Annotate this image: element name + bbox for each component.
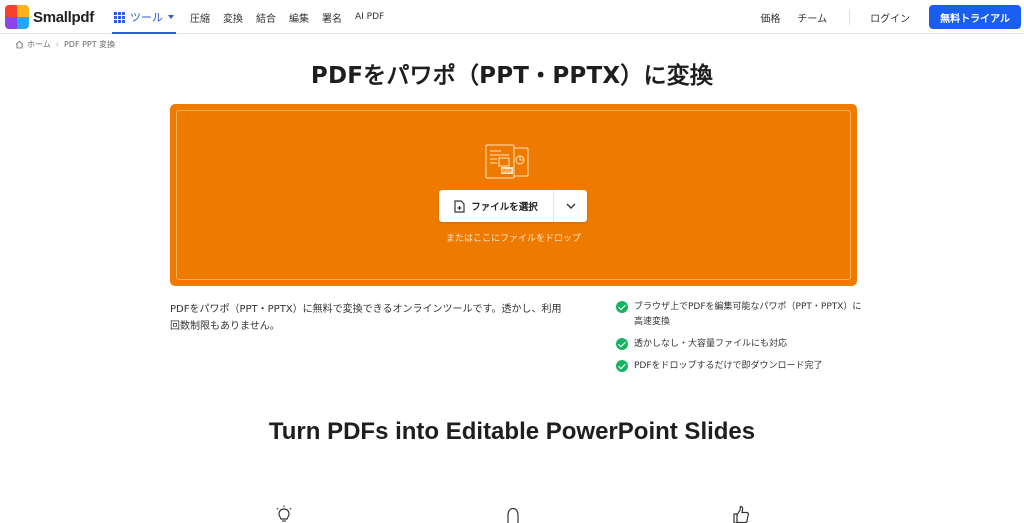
- feature-text: PDFをドロップするだけで即ダウンロード完了: [634, 361, 823, 371]
- home-icon: [15, 40, 24, 49]
- nav-convert[interactable]: 変換: [223, 10, 243, 25]
- nav-compress[interactable]: 圧縮: [190, 10, 210, 25]
- feature-text: 透かしなし・大容量ファイルにも対応: [634, 339, 788, 349]
- choose-file-button[interactable]: ファイルを選択: [439, 190, 554, 222]
- breadcrumb: ホーム › PDF PPT 変換: [15, 39, 115, 50]
- breadcrumb-current: PDF PPT 変換: [63, 40, 116, 49]
- lightbulb-icon: [276, 505, 292, 522]
- check-circle-icon: [616, 338, 628, 350]
- choose-file-button-group: ファイルを選択: [439, 190, 587, 222]
- smallpdf-logo[interactable]: Smallpdf: [5, 4, 94, 30]
- free-trial-button[interactable]: 無料トライアル: [929, 5, 1021, 29]
- tool-description: PDFをパワポ（PPT・PPTX）に無料で変換できるオンラインツールです。透かし…: [170, 304, 562, 332]
- page-title: PDFをパワポ（PPT・PPTX）に変換: [310, 63, 714, 89]
- breadcrumb-home[interactable]: ホーム: [27, 39, 51, 50]
- feature-list: ブラウザ上でPDFを編集可能なパワポ（PPT・PPTX）に高速変換 透かしなし・…: [616, 300, 866, 381]
- file-drop-zone[interactable]: PDF ファイルを選択 またはここにファイルをドロップ: [170, 104, 857, 286]
- drop-hint-text: またはここにファイルをドロップ: [445, 234, 581, 244]
- file-add-icon: [454, 199, 465, 213]
- tools-label: ツール: [130, 11, 163, 24]
- pdf-tag: PDF: [502, 169, 512, 175]
- check-circle-icon: [616, 360, 628, 372]
- feature-text: ブラウザ上でPDFを編集可能なパワポ（PPT・PPTX）に高速変換: [634, 302, 862, 327]
- tools-menu-button[interactable]: ツール: [112, 0, 176, 34]
- chevron-down-icon: [566, 203, 575, 209]
- feature-item: PDFをドロップするだけで即ダウンロード完了: [616, 359, 866, 374]
- account-nav: 価格 チーム ログイン 無料トライアル: [760, 0, 1024, 34]
- section-title: Turn PDFs into Editable PowerPoint Slide…: [268, 418, 756, 445]
- nav-pricing[interactable]: 価格: [760, 10, 780, 25]
- logo-text: Smallpdf: [33, 8, 94, 26]
- nav-edit[interactable]: 編集: [289, 10, 309, 25]
- file-source-dropdown-button[interactable]: [554, 190, 587, 222]
- nav-sign[interactable]: 署名: [322, 10, 342, 25]
- top-navigation-bar: Smallpdf ツール 圧縮 変換 結合 編集 署名 AI PDF 価格 チー…: [0, 0, 1024, 34]
- login-link[interactable]: ログイン: [870, 10, 910, 25]
- main-nav: ツール 圧縮 変換 結合 編集 署名 AI PDF: [112, 0, 397, 34]
- thumbs-up-icon: [733, 505, 749, 523]
- nav-team[interactable]: チーム: [797, 10, 827, 25]
- breadcrumb-separator: ›: [55, 40, 59, 49]
- lock-icon: [507, 507, 519, 523]
- chevron-down-icon: [168, 15, 174, 19]
- feature-item: 透かしなし・大容量ファイルにも対応: [616, 337, 866, 352]
- smallpdf-logo-icon: [5, 5, 29, 29]
- choose-file-label: ファイルを選択: [471, 202, 538, 213]
- nav-ai-pdf[interactable]: AI PDF: [355, 12, 384, 22]
- check-circle-icon: [616, 301, 628, 313]
- feature-item: ブラウザ上でPDFを編集可能なパワポ（PPT・PPTX）に高速変換: [616, 300, 866, 330]
- nav-merge[interactable]: 結合: [256, 10, 276, 25]
- nav-divider: [849, 9, 851, 25]
- grid-icon: [114, 11, 125, 23]
- pdf-to-ppt-illustration-icon: PDF: [485, 144, 529, 179]
